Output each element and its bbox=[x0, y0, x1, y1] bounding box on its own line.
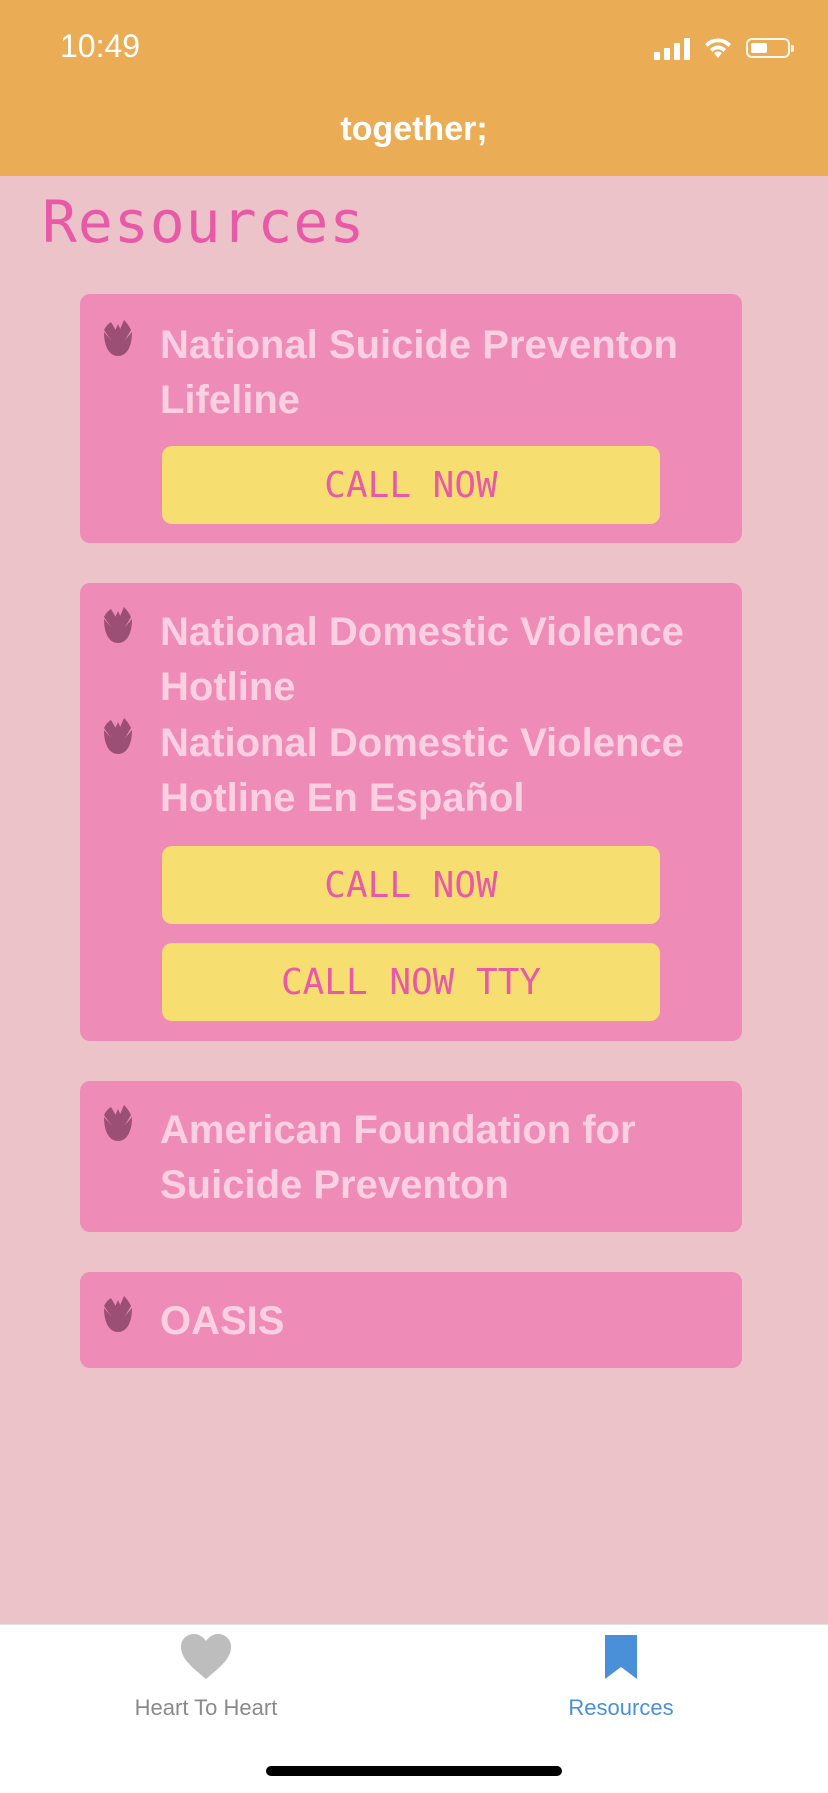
page-title: Resources bbox=[42, 188, 366, 256]
wifi-icon bbox=[705, 38, 731, 58]
tab-label: Resources bbox=[568, 1695, 674, 1720]
battery-icon bbox=[746, 38, 794, 58]
call-now-button[interactable]: CALL NOW bbox=[162, 446, 660, 524]
status-icons bbox=[654, 36, 794, 60]
resource-card: American Foundation for Suicide Prevento… bbox=[80, 1081, 742, 1232]
resource-card: National Domestic Violence Hotline Natio… bbox=[80, 583, 742, 1041]
tab-heart-to-heart[interactable]: Heart To Heart bbox=[56, 1625, 356, 1745]
resource-name: National Suicide Preventon Lifeline bbox=[160, 323, 678, 422]
tab-resources[interactable]: Resources bbox=[471, 1625, 771, 1745]
status-time: 10:49 bbox=[60, 28, 141, 64]
rose-icon bbox=[98, 716, 138, 758]
bookmark-icon bbox=[605, 1635, 637, 1679]
resource-name: American Foundation for Suicide Prevento… bbox=[160, 1108, 636, 1207]
tab-label: Heart To Heart bbox=[134, 1695, 278, 1720]
call-now-button[interactable]: CALL NOW bbox=[162, 846, 660, 924]
resource-name: National Domestic Violence Hotline En Es… bbox=[160, 721, 684, 820]
cellular-signal-icon bbox=[654, 36, 690, 60]
app-title: together; bbox=[340, 110, 488, 148]
resource-card: OASIS bbox=[80, 1272, 742, 1368]
rose-icon bbox=[98, 1294, 138, 1336]
call-now-tty-button[interactable]: CALL NOW TTY bbox=[162, 943, 660, 1021]
resource-name: OASIS bbox=[160, 1299, 285, 1343]
app-header: 10:49 together; bbox=[0, 0, 828, 176]
heart-icon bbox=[181, 1634, 231, 1679]
resource-card: National Suicide Preventon Lifeline CALL… bbox=[80, 294, 742, 543]
rose-icon bbox=[98, 318, 138, 360]
resource-name: National Domestic Violence Hotline bbox=[160, 610, 684, 709]
rose-icon bbox=[98, 1103, 138, 1145]
rose-icon bbox=[98, 605, 138, 647]
home-indicator bbox=[266, 1766, 562, 1776]
